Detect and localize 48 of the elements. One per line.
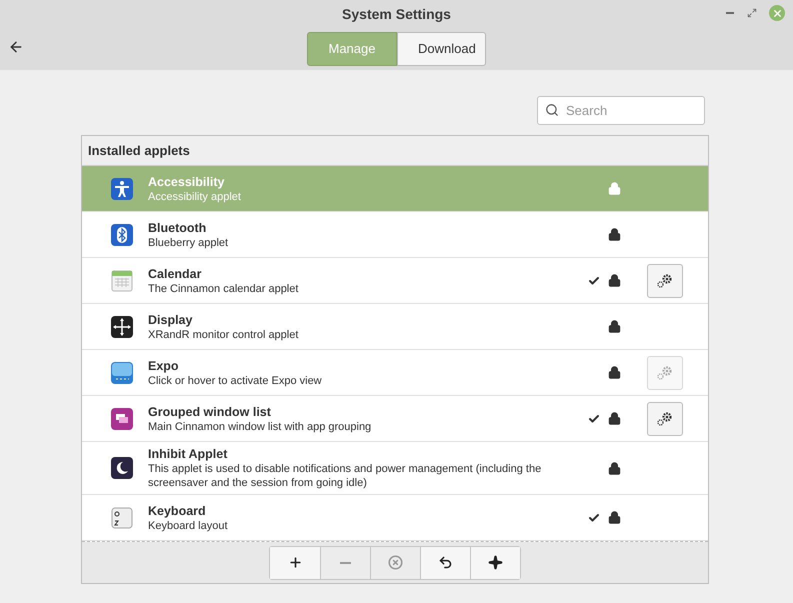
applet-name: Accessibility: [148, 174, 226, 190]
back-button[interactable]: [8, 39, 24, 55]
minimize-icon: [726, 12, 734, 14]
applet-description: Click or hover to activate Expo view: [148, 374, 323, 388]
applet-description: Accessibility applet: [148, 190, 242, 204]
applet-name: Calendar: [148, 266, 202, 282]
maximize-button[interactable]: [747, 8, 757, 18]
calendar-icon: [111, 270, 133, 292]
person-icon: [111, 178, 133, 200]
applet-description: Main Cinnamon window list with app grouping: [148, 420, 372, 434]
applet-name: Display: [148, 312, 194, 328]
undo-icon: [438, 555, 453, 570]
applet-description: Blueberry applet: [148, 236, 230, 250]
minus-icon: [340, 562, 351, 564]
applet-name: Bluetooth: [148, 220, 208, 236]
applet-name: Grouped window list: [148, 404, 272, 420]
windows-icon: [111, 408, 133, 430]
move-arrows-icon: [111, 316, 133, 338]
search-field[interactable]: Search: [537, 96, 705, 125]
key-icon: [111, 506, 133, 528]
applet-description: The Cinnamon calendar applet: [148, 282, 300, 296]
maximize-icon: [747, 8, 757, 18]
gears-icon: [656, 410, 674, 426]
more-button[interactable]: [470, 546, 520, 578]
sparkle-icon: [488, 555, 503, 570]
circle-x-icon: [388, 555, 403, 570]
bluetooth-icon: [111, 224, 133, 246]
add-button[interactable]: [270, 546, 320, 578]
search-icon: [545, 103, 559, 117]
list-heading: Installed applets: [88, 142, 190, 160]
applet-name: Expo: [148, 358, 180, 374]
gears-icon: [656, 272, 674, 288]
restore-button[interactable]: [420, 546, 470, 578]
tab[interactable]: Download: [397, 32, 486, 66]
applet-name: Keyboard: [148, 502, 207, 518]
window-title: System Settings: [342, 4, 451, 24]
moon-icon: [111, 457, 133, 479]
applet-description: Keyboard layout: [148, 518, 228, 532]
gears-icon: [656, 364, 674, 380]
close-button[interactable]: [769, 5, 785, 21]
workspace-icon: [111, 362, 133, 384]
configure-button[interactable]: [647, 264, 683, 298]
configure-button[interactable]: [647, 402, 683, 436]
close-icon: [772, 8, 782, 18]
applet-description: XRandR monitor control applet: [148, 328, 300, 342]
plus-icon: [288, 555, 302, 570]
applet-name: Inhibit Applet: [148, 446, 228, 462]
applet-description: This applet is used to disable notifications and power management (including the screensaver and the session from going idle): [148, 462, 542, 490]
